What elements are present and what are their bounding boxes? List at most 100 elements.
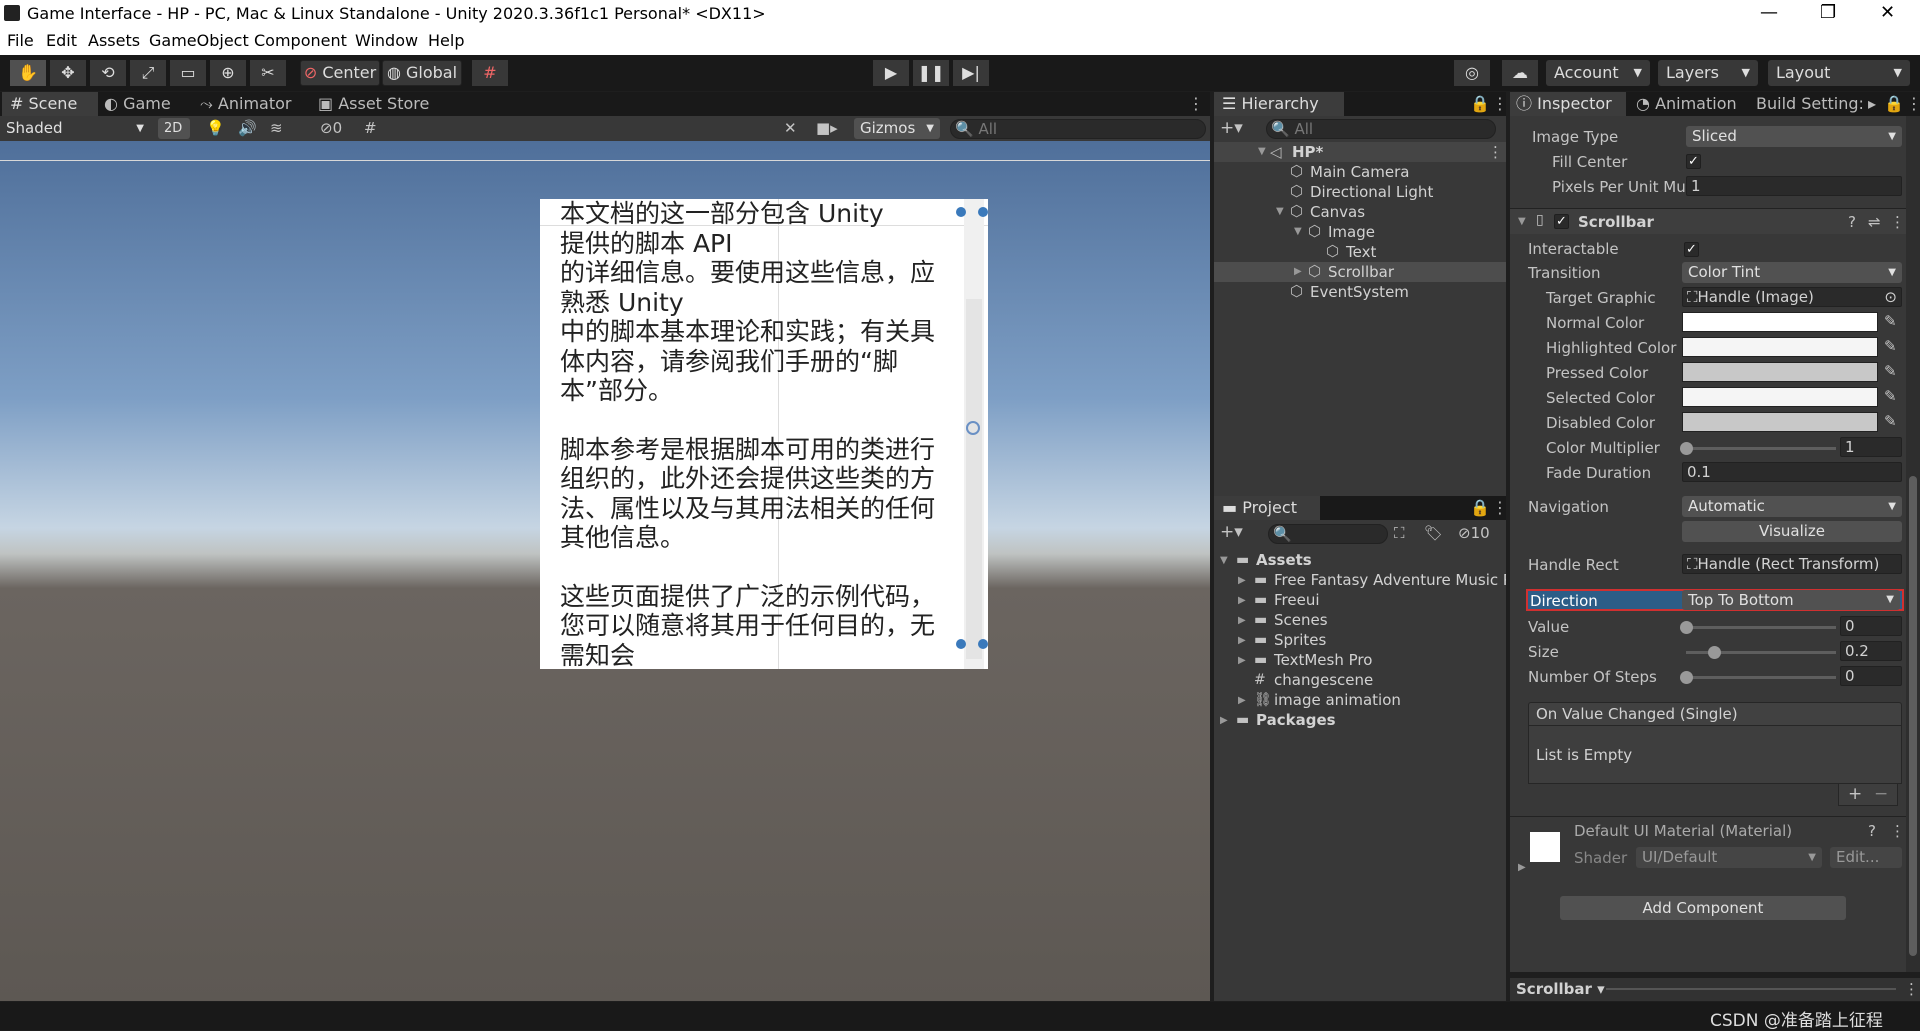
hierarchy-add-icon[interactable]: +▾ xyxy=(1220,118,1243,138)
project-item[interactable]: changescene xyxy=(1274,671,1373,689)
rect-tool-icon[interactable]: ▭ xyxy=(170,60,206,86)
image-type-dropdown[interactable]: Sliced ▼ xyxy=(1686,126,1902,147)
scrollbar-component-header[interactable] xyxy=(1510,208,1906,234)
rotate-tool-icon[interactable]: ⟲ xyxy=(90,60,126,86)
size-knob[interactable] xyxy=(1708,646,1721,659)
anchor-handle-bottom-right[interactable] xyxy=(978,639,988,649)
audio-icon[interactable]: 🔊 xyxy=(238,119,257,137)
scroll-view-canvas[interactable]: 本文档的这一部分包含 Unity 提供的脚本 API 的详细信息。要使用这些信息… xyxy=(540,199,988,669)
hierarchy-item[interactable]: Image xyxy=(1328,223,1375,241)
tab-animation[interactable]: ◔ Animation xyxy=(1636,92,1756,116)
inspector-menu-icon[interactable]: ⋮ xyxy=(1906,92,1920,116)
gizmos-dropdown[interactable]: Gizmos ▼ xyxy=(854,118,940,139)
help-icon[interactable]: ? xyxy=(1868,822,1876,840)
tab-asset-store[interactable]: ▣ Asset Store xyxy=(318,92,448,116)
tab-animator[interactable]: ⤳ Animator xyxy=(200,92,310,116)
add-component-button[interactable]: Add Component xyxy=(1560,896,1846,920)
handle-rect-field[interactable]: ⛶Handle (Rect Transform) xyxy=(1682,554,1902,574)
hierarchy-item[interactable]: Main Camera xyxy=(1310,163,1409,181)
grid-toggle-icon[interactable]: # xyxy=(364,119,377,137)
project-search-input[interactable]: 🔍 xyxy=(1268,524,1388,544)
expand-triangle-icon[interactable]: ▼ xyxy=(1220,555,1228,566)
value-knob[interactable] xyxy=(1680,621,1693,634)
hierarchy-search-input[interactable]: 🔍 All xyxy=(1266,119,1496,139)
expand-triangle-icon[interactable]: ▶ xyxy=(1238,635,1246,646)
hierarchy-lock-icon[interactable]: 🔒 xyxy=(1470,92,1490,116)
pivot-handle[interactable] xyxy=(966,421,980,435)
menu-assets[interactable]: Assets xyxy=(88,31,140,50)
steps-track[interactable] xyxy=(1686,676,1836,679)
component-menu-icon[interactable]: ⋮ xyxy=(1890,822,1905,840)
pixels-per-unit-field[interactable]: 1 xyxy=(1686,176,1902,196)
expand-triangle-icon[interactable]: ▶ xyxy=(1294,266,1302,277)
close-button[interactable]: ✕ xyxy=(1880,2,1895,23)
project-item[interactable]: Free Fantasy Adventure Music P xyxy=(1274,571,1506,589)
scene-search-input[interactable]: 🔍 All xyxy=(950,119,1206,139)
pivot-global-button[interactable]: ◍ Global xyxy=(382,60,462,86)
eyedropper-icon[interactable]: ✎ xyxy=(1884,387,1897,405)
eyedropper-icon[interactable]: ✎ xyxy=(1884,312,1897,330)
selected-color-swatch[interactable] xyxy=(1682,387,1878,407)
expand-triangle-icon[interactable]: ▶ xyxy=(1238,575,1246,586)
navigation-dropdown[interactable]: Automatic ▼ xyxy=(1682,496,1902,517)
transform-tool-icon[interactable]: ⊕ xyxy=(210,60,246,86)
color-multiplier-field[interactable]: 1 xyxy=(1840,437,1902,457)
expand-triangle-icon[interactable]: ▼ xyxy=(1276,206,1284,217)
pause-button[interactable]: ❚❚ xyxy=(913,60,949,86)
hidden-packages-icon[interactable]: ⊘10 xyxy=(1458,524,1490,542)
component-menu-icon[interactable]: ⋮ xyxy=(1890,213,1905,231)
inspector-scrollbar[interactable] xyxy=(1906,116,1920,972)
camera-icon[interactable]: ■▸ xyxy=(816,119,838,137)
expand-triangle-icon[interactable]: ▼ xyxy=(1258,146,1266,157)
hierarchy-menu-icon[interactable]: ⋮ xyxy=(1492,92,1508,116)
eyedropper-icon[interactable]: ✎ xyxy=(1884,412,1897,430)
project-item[interactable]: Freeui xyxy=(1274,591,1320,609)
scene-menu-icon[interactable]: ⋮ xyxy=(1188,92,1204,116)
scrollbar-enabled-checkbox[interactable]: ✓ xyxy=(1554,214,1569,229)
menu-help[interactable]: Help xyxy=(428,31,464,50)
preset-icon[interactable]: ⇌ xyxy=(1868,213,1881,231)
layout-dropdown[interactable]: Layout ▼ xyxy=(1768,60,1910,86)
fill-center-checkbox[interactable]: ✓ xyxy=(1686,154,1701,169)
hand-tool-icon[interactable]: ✋ xyxy=(10,60,46,86)
account-dropdown[interactable]: Account ▼ xyxy=(1546,60,1650,86)
fade-duration-field[interactable]: 0.1 xyxy=(1682,462,1902,482)
value-track[interactable] xyxy=(1686,626,1836,629)
pivot-center-button[interactable]: ⊘ Center xyxy=(300,60,380,86)
scene-menu-icon[interactable]: ⋮ xyxy=(1488,143,1503,161)
preview-menu-icon[interactable]: ⋮ xyxy=(1904,980,1919,998)
steps-knob[interactable] xyxy=(1680,671,1693,684)
hierarchy-item[interactable]: Text xyxy=(1346,243,1376,261)
tab-inspector[interactable]: ⓘ Inspector xyxy=(1510,92,1626,116)
hierarchy-item[interactable]: Canvas xyxy=(1310,203,1365,221)
eyedropper-icon[interactable]: ✎ xyxy=(1884,337,1897,355)
hidden-objects-icon[interactable]: ⊘0 xyxy=(320,119,342,137)
preview-drag-bar[interactable] xyxy=(1606,988,1896,990)
component-foldout-icon[interactable]: ▼ xyxy=(1518,216,1526,227)
expand-triangle-icon[interactable]: ▶ xyxy=(1238,695,1246,706)
step-button[interactable]: ▶| xyxy=(953,60,989,86)
tab-game[interactable]: ◐ Game xyxy=(104,92,194,116)
value-field[interactable]: 0 xyxy=(1840,616,1902,636)
lighting-icon[interactable]: 💡 xyxy=(206,119,225,137)
project-item[interactable]: Sprites xyxy=(1274,631,1326,649)
tools-icon[interactable]: ✕ xyxy=(784,119,797,137)
layers-dropdown[interactable]: Layers ▼ xyxy=(1658,60,1758,86)
tab-build-settings[interactable]: Build Setting: xyxy=(1756,92,1866,116)
preview-object-dropdown[interactable]: Scrollbar ▾ xyxy=(1516,980,1605,998)
target-graphic-field[interactable]: ⛶Handle (Image) ⊙ xyxy=(1682,287,1902,307)
project-item[interactable]: Packages xyxy=(1256,711,1336,729)
eyedropper-icon[interactable]: ✎ xyxy=(1884,362,1897,380)
2d-toggle[interactable]: 2D xyxy=(158,118,190,139)
project-item[interactable]: Scenes xyxy=(1274,611,1328,629)
inspector-lock-icon[interactable]: 🔒 xyxy=(1884,92,1904,116)
project-item[interactable]: TextMesh Pro xyxy=(1274,651,1372,669)
menu-window[interactable]: Window xyxy=(355,31,418,50)
project-item[interactable]: image animation xyxy=(1274,691,1401,709)
shader-edit-button[interactable]: Edit... xyxy=(1830,847,1902,868)
tab-project[interactable]: ▬ Project xyxy=(1214,496,1320,520)
hierarchy-item[interactable]: Scrollbar xyxy=(1328,263,1394,281)
object-picker-icon[interactable]: ⊙ xyxy=(1884,288,1897,306)
material-foldout-icon[interactable]: ▶ xyxy=(1518,862,1526,873)
help-icon[interactable]: ? xyxy=(1848,213,1856,231)
